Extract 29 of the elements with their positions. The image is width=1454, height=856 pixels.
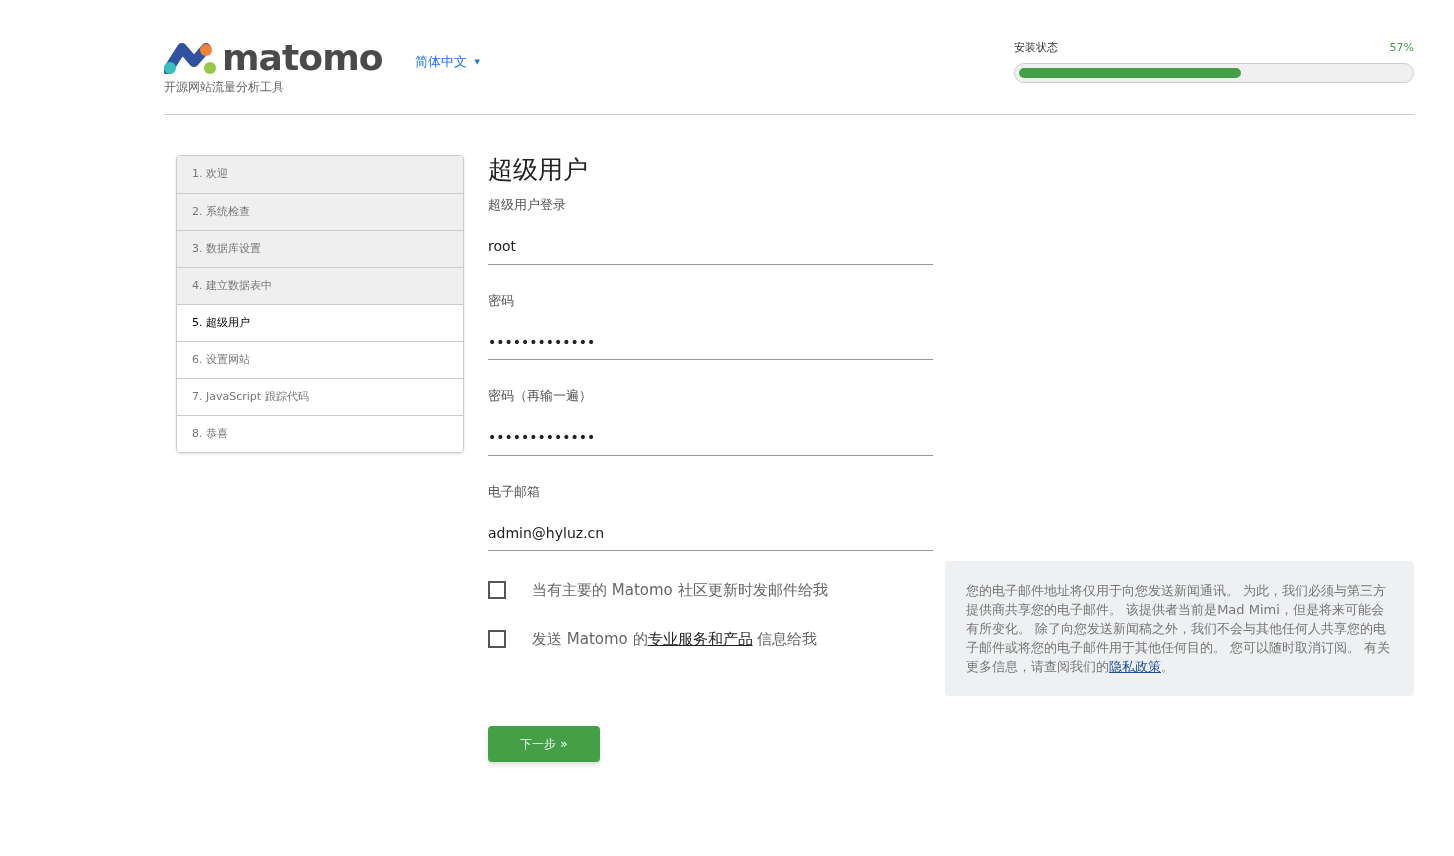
input-field[interactable]: ••••••••••••• <box>488 419 933 456</box>
step-item: 7. JavaScript 跟踪代码 <box>177 378 463 415</box>
step-item: 5. 超级用户 <box>177 304 463 341</box>
field-label: 密码（再输一遍） <box>488 387 593 405</box>
step-item: 8. 恭喜 <box>177 415 463 452</box>
field-label: 密码 <box>488 291 515 310</box>
tagline: 开源网站流量分析工具 <box>164 79 285 96</box>
progress-reading: 57% <box>1389 40 1414 56</box>
step-item: 2. 系统检查 <box>177 193 463 230</box>
input-field[interactable]: root <box>488 228 933 265</box>
services-link[interactable]: 专业服务和产品 <box>647 629 753 648</box>
field-label: 超级用户登录 <box>488 196 567 214</box>
step-item: 6. 设置网站 <box>177 341 463 378</box>
checkbox-label: 发送 Matomo 的专业服务和产品 信息给我 <box>532 628 818 650</box>
logo-icon <box>164 42 218 74</box>
progress-label: 安装状态 <box>1014 40 1058 56</box>
input-field[interactable]: admin@hyluz.cn <box>488 515 933 551</box>
logo-wordmark: matomo <box>222 40 383 76</box>
privacy-policy-link[interactable]: 隐私政策 <box>1109 659 1161 674</box>
step-item: 1. 欢迎 <box>177 156 463 193</box>
checkbox[interactable] <box>488 629 506 648</box>
checkbox[interactable] <box>488 581 506 600</box>
checkbox-label: 当有主要的 Matomo 社区更新时发邮件给我 <box>532 580 828 601</box>
privacy-note: 您的电子邮件地址将仅用于向您发送新闻通讯。 为此，我们必须与第三方提供商共享您的电子邮件。 该提供者当前是Mad Mimi，但是将来可能会有所变化。 除了向您发送新闻稿之外，我们不会与其他任何人共享您的电子邮件或将您的电子邮件用于其他任何目的。 您可以随时取消订阅。 有关更多信息，请查阅我们的隐私政策。 <box>945 561 1414 696</box>
page-title: 超级用户 <box>488 155 589 185</box>
input-field[interactable]: ••••••••••••• <box>488 324 933 360</box>
field-label: 电子邮箱 <box>488 482 541 501</box>
step-item: 4. 建立数据表中 <box>177 267 463 304</box>
step-item: 3. 数据库设置 <box>177 230 463 267</box>
